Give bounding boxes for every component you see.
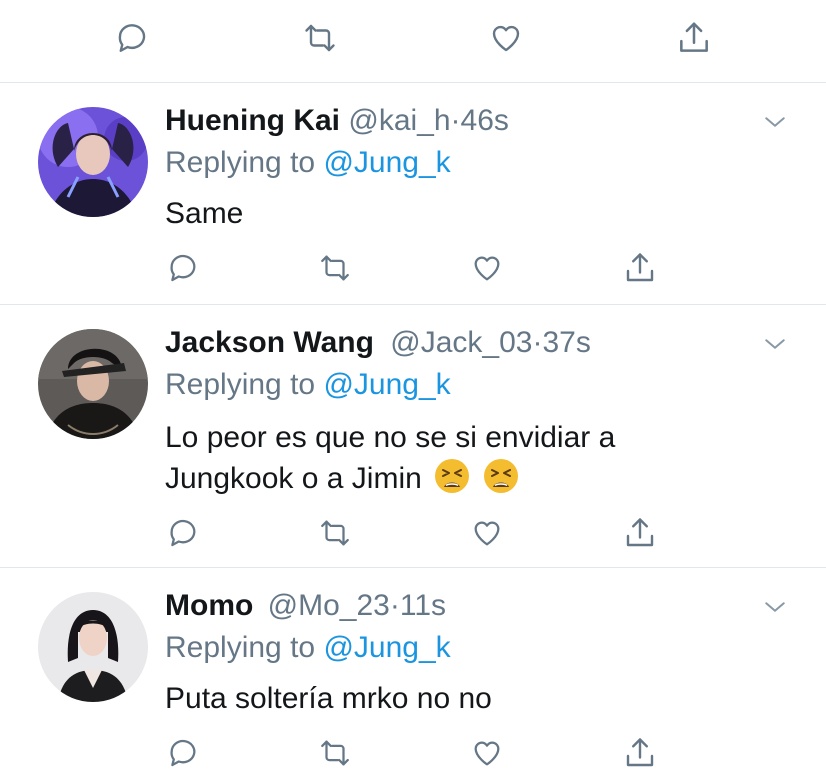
replying-to: Replying to @Jung_k xyxy=(165,367,451,403)
reply-icon[interactable] xyxy=(161,246,205,290)
retweet-icon[interactable] xyxy=(313,246,357,290)
tweet-text-line-row: Jungkook o a Jimin xyxy=(165,458,685,499)
tweet-header: Momo @Mo_23·11s xyxy=(165,588,446,624)
handle[interactable]: @Jack_03 xyxy=(390,326,532,359)
tweet-header: Jackson Wang @Jack_03·37s xyxy=(165,325,591,361)
like-icon[interactable] xyxy=(484,16,528,60)
share-icon[interactable] xyxy=(672,16,716,60)
timestamp[interactable]: 46s xyxy=(461,104,509,137)
timestamp[interactable]: 37s xyxy=(543,326,591,359)
retweet-icon[interactable] xyxy=(298,16,342,60)
previous-tweet-actions xyxy=(0,0,826,82)
replying-to: Replying to @Jung_k xyxy=(165,145,451,181)
timestamp[interactable]: 11s xyxy=(400,589,446,622)
separator: · xyxy=(532,326,543,359)
separator: · xyxy=(389,589,400,622)
replying-label: Replying to xyxy=(165,631,316,664)
avatar[interactable] xyxy=(38,592,148,702)
tweet-text-line: Same xyxy=(165,197,244,230)
chevron-down-icon[interactable] xyxy=(760,107,790,137)
tweet-text-line: Jungkook o a Jimin xyxy=(165,462,422,495)
tweet-text-line: Lo peor es que no se si envidiar a xyxy=(165,421,616,454)
like-icon[interactable] xyxy=(465,246,509,290)
mention-link[interactable]: @Jung_k xyxy=(323,146,450,179)
chevron-down-icon[interactable] xyxy=(760,329,790,359)
replying-to: Replying to @Jung_k xyxy=(165,630,451,666)
display-name[interactable]: Jackson Wang xyxy=(165,326,374,359)
reply-icon[interactable] xyxy=(161,731,205,775)
avatar[interactable] xyxy=(38,107,148,217)
tired-face-emoji xyxy=(435,459,470,493)
tweet-header: Huening Kai @kai_h·46s xyxy=(165,103,509,139)
like-icon[interactable] xyxy=(465,731,509,775)
avatar[interactable] xyxy=(38,329,148,439)
share-icon[interactable] xyxy=(618,511,662,555)
replying-label: Replying to xyxy=(165,368,316,401)
share-icon[interactable] xyxy=(618,731,662,775)
handle[interactable]: @Mo_23 xyxy=(268,589,390,622)
tweet-text-line: Puta soltería mrko no no xyxy=(165,682,492,715)
tweet-text: Puta soltería mrko no no xyxy=(165,678,685,719)
reply-icon[interactable] xyxy=(161,511,205,555)
reply-tweet[interactable]: Huening Kai @kai_h·46s Replying to @Jung… xyxy=(0,83,826,304)
separator: · xyxy=(450,104,461,137)
display-name[interactable]: Huening Kai xyxy=(165,104,340,137)
handle[interactable]: @kai_h xyxy=(348,104,450,137)
display-name[interactable]: Momo xyxy=(165,589,253,622)
tweet-text: Lo peor es que no se si envidiar a Jungk… xyxy=(165,417,685,499)
replying-label: Replying to xyxy=(165,146,316,179)
retweet-icon[interactable] xyxy=(313,731,357,775)
reply-icon[interactable] xyxy=(110,16,154,60)
reply-tweet[interactable]: Jackson Wang @Jack_03·37s Replying to @J… xyxy=(0,305,826,567)
mention-link[interactable]: @Jung_k xyxy=(323,631,450,664)
mention-link[interactable]: @Jung_k xyxy=(323,368,450,401)
reply-tweet[interactable]: Momo @Mo_23·11s Replying to @Jung_k Puta… xyxy=(0,568,826,779)
tweet-text: Same xyxy=(165,193,685,234)
tired-face-emoji xyxy=(483,459,518,493)
chevron-down-icon[interactable] xyxy=(760,592,790,622)
retweet-icon[interactable] xyxy=(313,511,357,555)
share-icon[interactable] xyxy=(618,246,662,290)
like-icon[interactable] xyxy=(465,511,509,555)
